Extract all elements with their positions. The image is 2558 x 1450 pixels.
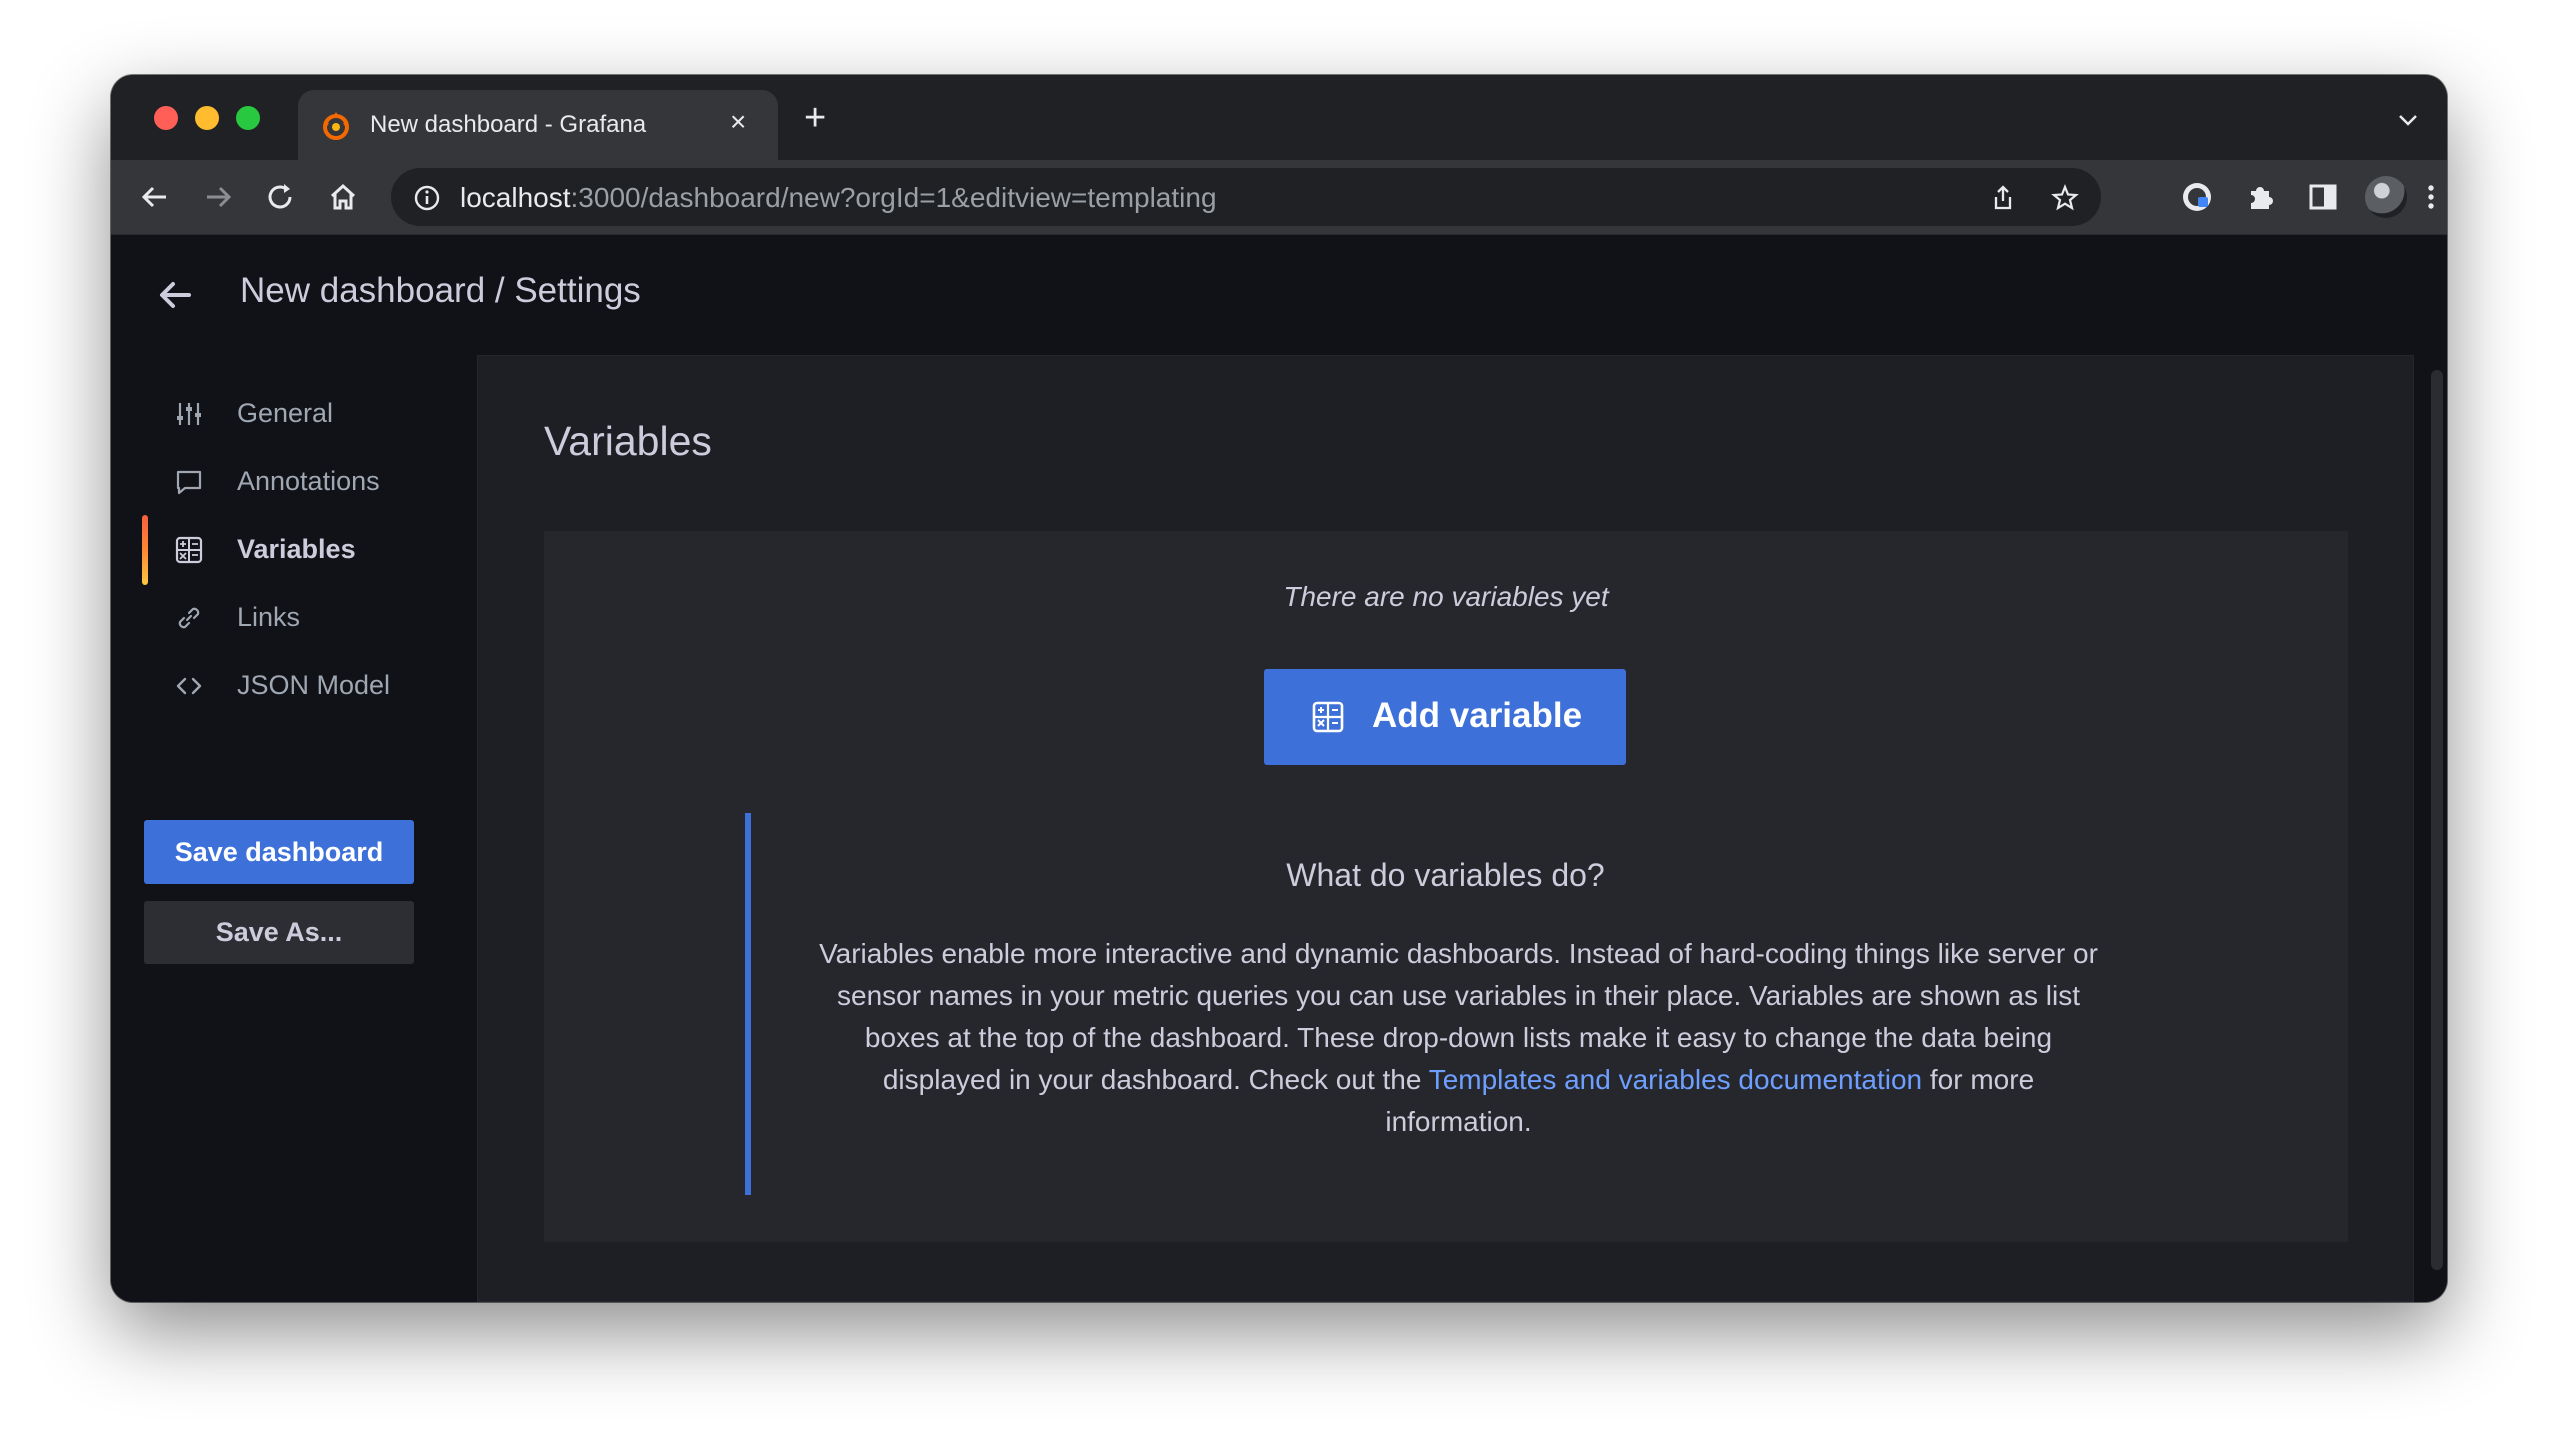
grafana-logo-icon <box>323 112 349 140</box>
sidebar-item-variables[interactable]: Variables <box>142 515 445 585</box>
site-info-icon[interactable] <box>413 184 441 212</box>
save-dashboard-button[interactable]: Save dashboard <box>144 820 414 884</box>
sliders-icon <box>177 403 201 425</box>
chevron-down-icon[interactable] <box>2397 109 2419 131</box>
page-scrollbar[interactable] <box>2431 370 2443 1270</box>
more-options-icon[interactable] <box>2414 180 2447 214</box>
minimize-window-button[interactable] <box>195 106 219 130</box>
extension-profile-icon[interactable] <box>2180 180 2214 214</box>
share-icon[interactable] <box>1989 184 2017 212</box>
sidebar-item-label: Links <box>237 602 301 632</box>
forward-icon[interactable] <box>199 178 237 216</box>
tab-strip: New dashboard - Grafana × + <box>111 75 2447 160</box>
help-body: Variables enable more interactive and dy… <box>819 938 2098 1137</box>
help-title: What do variables do? <box>1286 857 1605 893</box>
code-brackets-icon <box>176 677 202 695</box>
address-bar[interactable]: localhost:3000/dashboard/new?orgId=1&edi… <box>391 168 2101 226</box>
sidebar-item-links[interactable]: Links <box>145 591 445 645</box>
variables-panel: Variables There are no variables yet Add… <box>477 355 2414 1302</box>
tab-title: New dashboard - Grafana <box>370 111 647 138</box>
sidebar-item-label: JSON Model <box>237 670 391 700</box>
side-panel-icon[interactable] <box>2306 180 2340 214</box>
browser-window: New dashboard - Grafana × + localhost:30… <box>111 75 2447 1302</box>
settings-sidebar: General Annotations Variables Links JSON… <box>111 355 476 1302</box>
bookmark-star-icon[interactable] <box>2051 184 2079 212</box>
close-window-button[interactable] <box>154 106 178 130</box>
sidebar-item-label: Variables <box>237 534 356 564</box>
home-icon[interactable] <box>324 178 362 216</box>
browser-toolbar: localhost:3000/dashboard/new?orgId=1&edi… <box>111 160 2447 235</box>
grafana-page: New dashboard / Settings General Annotat… <box>111 235 2447 1302</box>
sidebar-item-label: Annotations <box>237 466 380 496</box>
url-text: localhost:3000/dashboard/new?orgId=1&edi… <box>460 182 1217 213</box>
reload-icon[interactable] <box>261 178 299 216</box>
back-arrow-icon[interactable] <box>155 275 195 315</box>
new-tab-icon[interactable]: + <box>804 99 826 137</box>
profile-avatar[interactable] <box>2365 176 2407 218</box>
sidebar-item-label: General <box>237 398 334 428</box>
browser-tab[interactable]: New dashboard - Grafana × <box>298 90 778 160</box>
docs-link[interactable]: Templates and variables documentation <box>1429 1064 1922 1095</box>
calculator-icon <box>1312 701 1344 733</box>
sidebar-item-json-model[interactable]: JSON Model <box>145 659 445 713</box>
add-variable-button[interactable]: Add variable <box>1264 669 1626 765</box>
maximize-window-button[interactable] <box>236 106 260 130</box>
active-indicator <box>142 515 148 585</box>
page-header: New dashboard / Settings <box>111 235 2447 355</box>
link-icon <box>178 607 200 629</box>
comment-icon <box>176 470 202 495</box>
back-icon[interactable] <box>136 178 174 216</box>
save-as-button[interactable]: Save As... <box>144 901 414 964</box>
add-variable-label: Add variable <box>1372 696 1583 735</box>
help-callout: What do variables do? Variables enable m… <box>745 813 2140 1195</box>
empty-state-text: There are no variables yet <box>1283 581 1609 612</box>
section-title: Variables <box>544 418 712 464</box>
calculator-icon <box>175 536 203 564</box>
empty-state: There are no variables yet Add variable … <box>544 531 2348 1242</box>
page-title: New dashboard / Settings <box>240 271 641 310</box>
sidebar-item-general[interactable]: General <box>145 387 445 441</box>
extensions-puzzle-icon[interactable] <box>2243 180 2277 214</box>
close-tab-icon[interactable]: × <box>730 108 746 136</box>
sidebar-item-annotations[interactable]: Annotations <box>145 455 445 509</box>
